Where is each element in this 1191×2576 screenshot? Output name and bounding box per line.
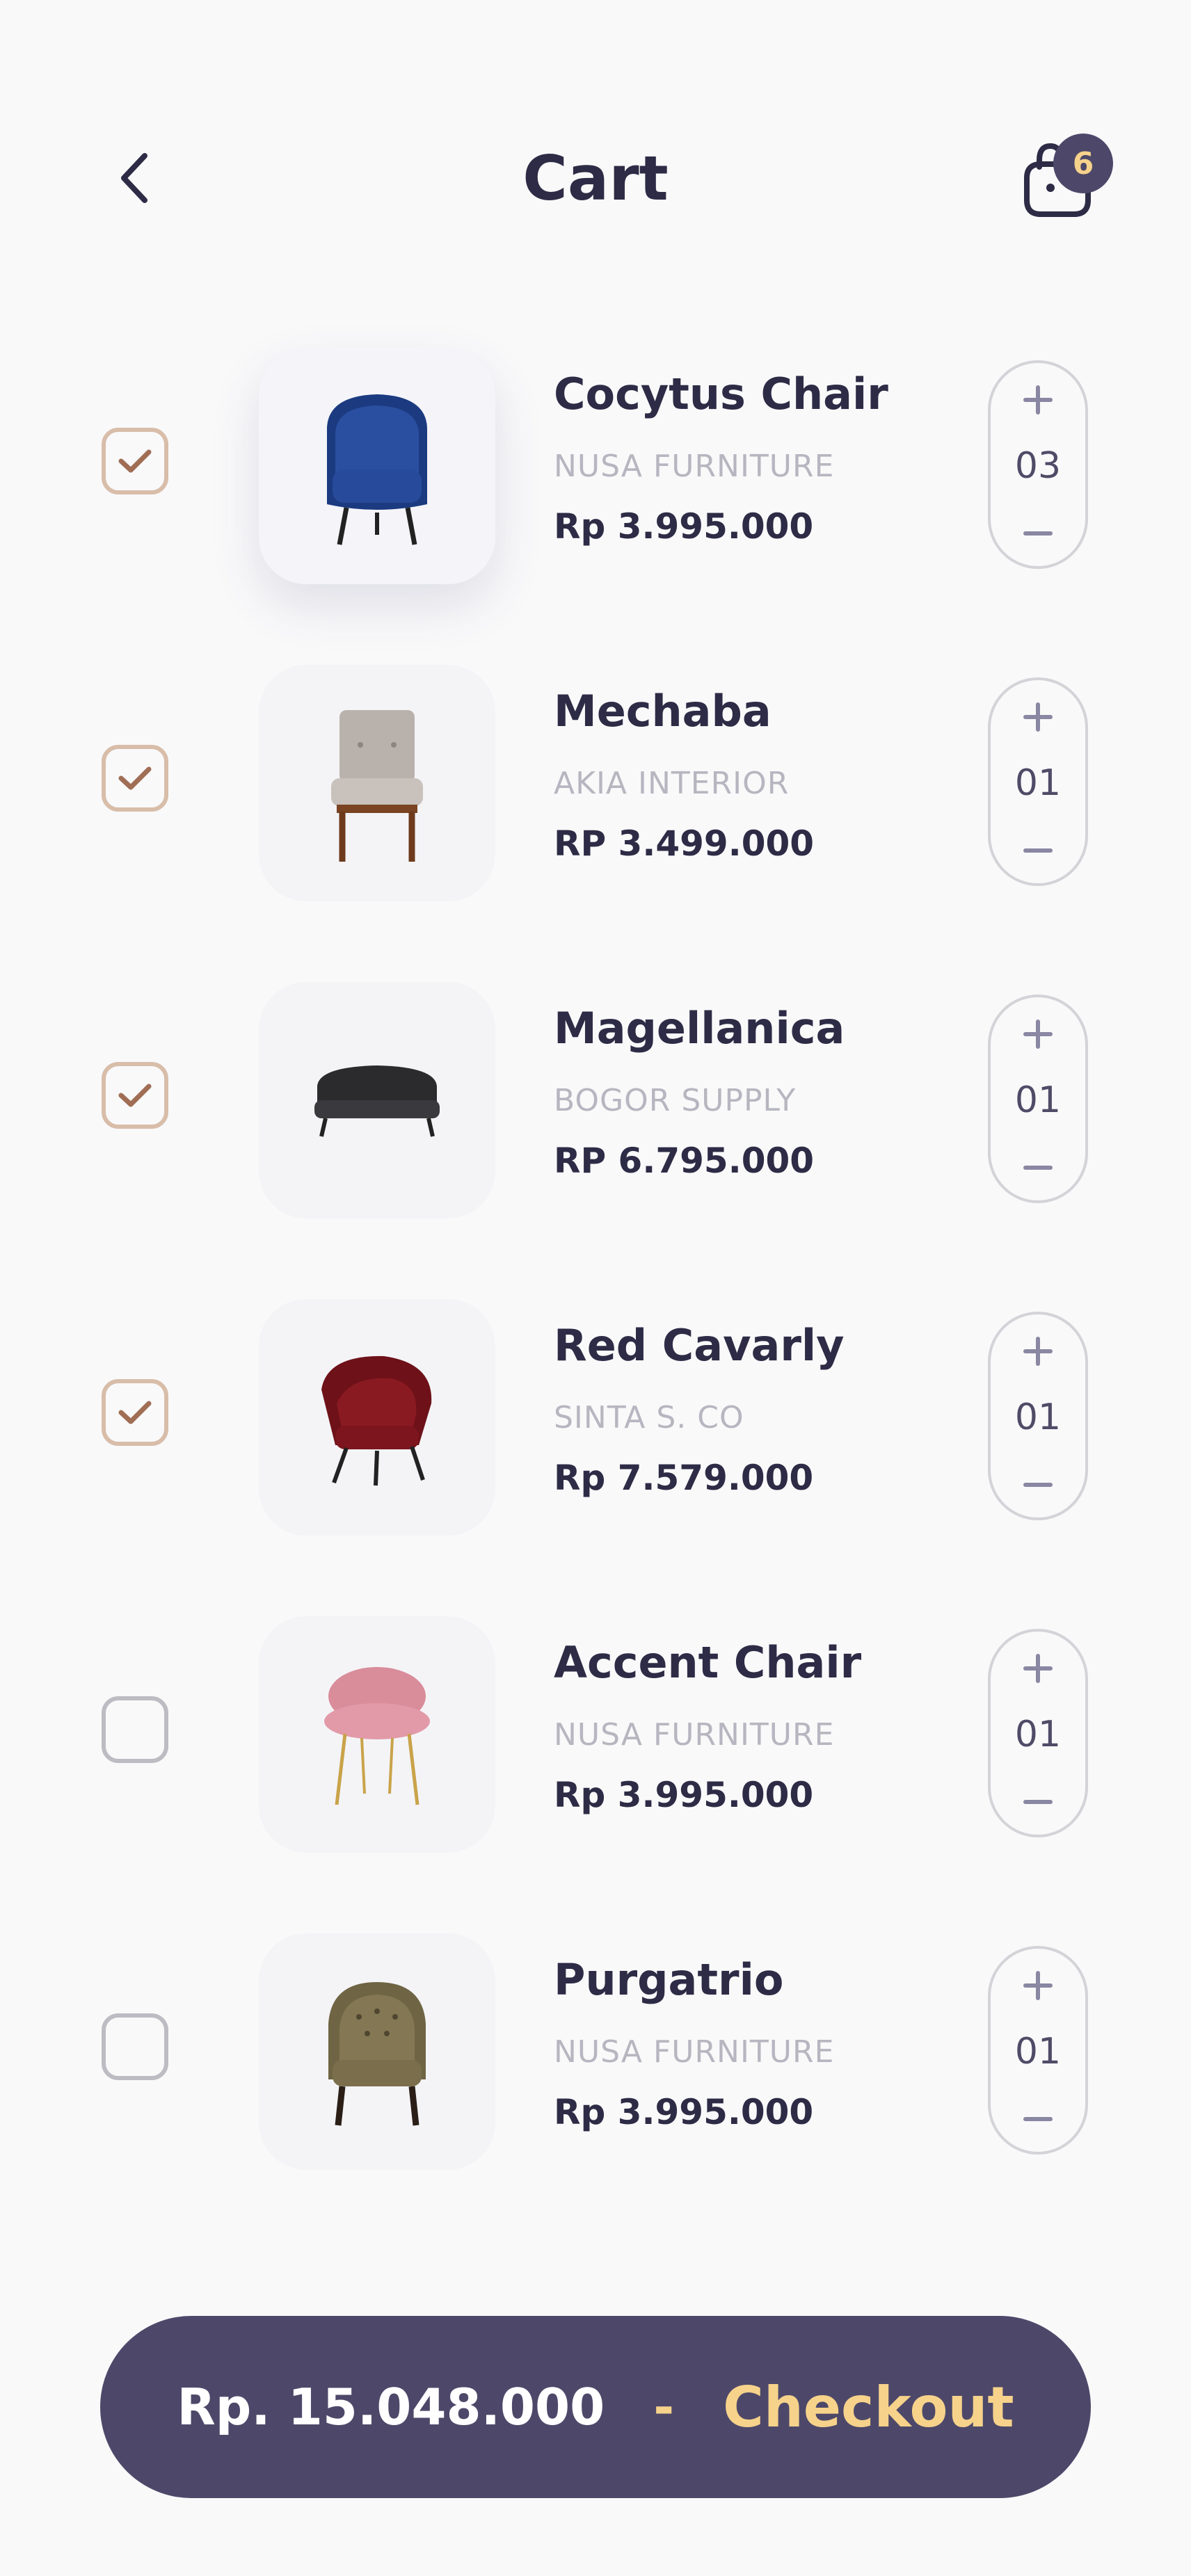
quantity-value: 01	[1014, 1079, 1062, 1121]
product-name: Mechaba	[554, 686, 772, 736]
decrement-button[interactable]	[991, 1778, 1085, 1826]
quantity-value: 01	[1014, 762, 1062, 804]
store-name: BOGOR SUPPLY	[554, 1083, 797, 1118]
decrement-button[interactable]	[991, 1143, 1085, 1192]
decrement-button[interactable]	[991, 1460, 1085, 1509]
product-price: Rp 3.995.000	[554, 1775, 814, 1815]
increment-button[interactable]	[991, 376, 1085, 424]
plus-icon	[1023, 1971, 1053, 2000]
header: Cart 6	[0, 0, 1191, 230]
minus-icon	[1023, 531, 1053, 536]
item-checkbox[interactable]	[102, 1062, 168, 1129]
blue-armchair-image	[327, 394, 427, 545]
quantity-value: 01	[1014, 2031, 1062, 2072]
check-icon	[118, 1401, 152, 1424]
cart-total: Rp. 15.048.000	[177, 2378, 605, 2436]
product-name: Red Cavarly	[554, 1320, 845, 1371]
check-icon	[118, 766, 152, 790]
plus-icon	[1023, 1654, 1053, 1683]
item-checkbox[interactable]	[102, 1696, 168, 1763]
store-name: AKIA INTERIOR	[554, 766, 790, 801]
checkout-separator: -	[653, 2378, 675, 2436]
item-checkbox[interactable]	[102, 2013, 168, 2080]
increment-button[interactable]	[991, 1327, 1085, 1376]
cart-item: Purgatrio NUSA FURNITURE Rp 3.995.000 01	[0, 1933, 1191, 2173]
store-name: NUSA FURNITURE	[554, 449, 835, 484]
quantity-stepper: 01	[988, 1312, 1088, 1520]
cart-count-badge: 6	[1053, 134, 1113, 193]
quantity-stepper: 01	[988, 995, 1088, 1203]
product-name: Magellanica	[554, 1003, 845, 1054]
plus-icon	[1023, 1337, 1053, 1366]
decrement-button[interactable]	[991, 826, 1085, 875]
product-image	[259, 982, 495, 1218]
quantity-stepper: 03	[988, 360, 1088, 569]
product-price: Rp 7.579.000	[554, 1458, 814, 1498]
plus-icon	[1023, 702, 1053, 732]
store-name: NUSA FURNITURE	[554, 2034, 835, 2070]
check-icon	[118, 1084, 152, 1107]
plus-icon	[1023, 1020, 1053, 1049]
decrement-button[interactable]	[991, 509, 1085, 558]
product-image	[259, 665, 495, 901]
product-image	[259, 1616, 495, 1853]
check-icon	[118, 449, 152, 473]
cart-item: Magellanica BOGOR SUPPLY RP 6.795.000 01	[0, 982, 1191, 1222]
product-image	[259, 348, 495, 584]
product-image	[259, 1933, 495, 2170]
plus-icon	[1023, 385, 1053, 414]
cart-item: Red Cavarly SINTA S. CO Rp 7.579.000 01	[0, 1299, 1191, 1539]
minus-icon	[1023, 848, 1053, 853]
quantity-stepper: 01	[988, 677, 1088, 886]
cart-item: Accent Chair NUSA FURNITURE Rp 3.995.000…	[0, 1616, 1191, 1856]
cart-item: Cocytus Chair NUSA FURNITURE Rp 3.995.00…	[0, 348, 1191, 588]
product-name: Purgatrio	[554, 1954, 784, 2005]
item-checkbox[interactable]	[102, 1379, 168, 1446]
quantity-value: 01	[1014, 1714, 1062, 1755]
product-price: Rp 3.995.000	[554, 506, 814, 547]
product-price: RP 3.499.000	[554, 823, 815, 864]
red-armchair-image	[321, 1355, 432, 1486]
quantity-stepper: 01	[988, 1629, 1088, 1837]
product-image	[259, 1299, 495, 1536]
minus-icon	[1023, 1800, 1053, 1804]
product-price: RP 6.795.000	[554, 1141, 815, 1181]
minus-icon	[1023, 1483, 1053, 1487]
increment-button[interactable]	[991, 1010, 1085, 1058]
black-loveseat-image	[314, 1065, 440, 1137]
store-name: NUSA FURNITURE	[554, 1717, 835, 1753]
decrement-button[interactable]	[991, 2095, 1085, 2143]
item-checkbox[interactable]	[102, 428, 168, 494]
grey-slipper-chair-image	[331, 710, 423, 862]
pink-accent-chair-image	[324, 1667, 430, 1805]
checkout-button[interactable]: Rp. 15.048.000 - Checkout	[100, 2316, 1091, 2498]
cart-item: Mechaba AKIA INTERIOR RP 3.499.000 01	[0, 665, 1191, 905]
increment-button[interactable]	[991, 1644, 1085, 1693]
product-name: Cocytus Chair	[554, 369, 888, 419]
increment-button[interactable]	[991, 693, 1085, 741]
increment-button[interactable]	[991, 1961, 1085, 2010]
store-name: SINTA S. CO	[554, 1400, 744, 1435]
quantity-value: 01	[1014, 1396, 1062, 1438]
tufted-armchair-image	[328, 1982, 426, 2126]
quantity-value: 03	[1014, 445, 1062, 487]
minus-icon	[1023, 2117, 1053, 2121]
checkout-label: Checkout	[723, 2374, 1014, 2440]
quantity-stepper: 01	[988, 1946, 1088, 2155]
item-checkbox[interactable]	[102, 745, 168, 812]
minus-icon	[1023, 1166, 1053, 1170]
product-price: Rp 3.995.000	[554, 2092, 814, 2132]
product-name: Accent Chair	[554, 1637, 862, 1688]
